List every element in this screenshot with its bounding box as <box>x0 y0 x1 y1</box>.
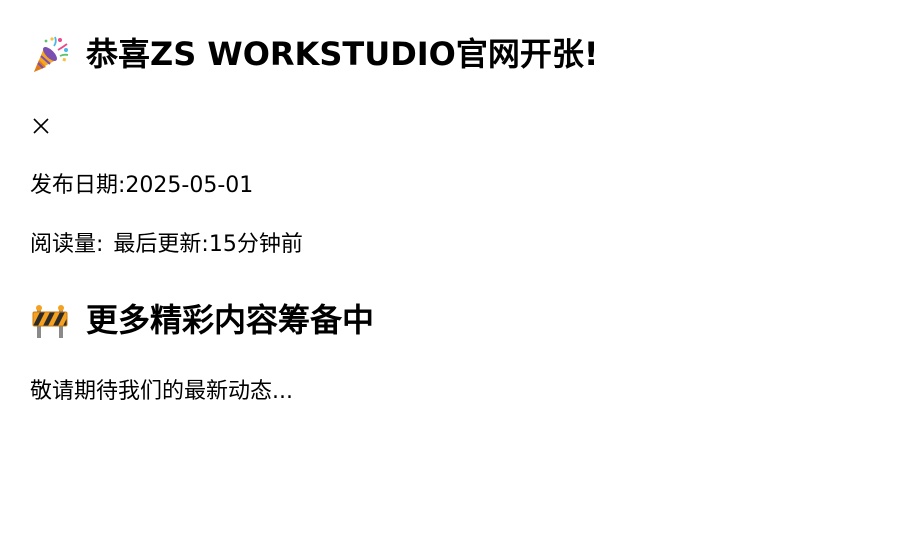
construction-barrier-icon <box>30 300 70 340</box>
close-button[interactable] <box>30 113 52 139</box>
coming-soon-message: 敬请期待我们的最新动态... <box>30 379 293 404</box>
announcement-title-text: 恭喜ZS WORKSTUDIO官网开张! <box>86 35 599 73</box>
last-updated-label: 最后更新: <box>113 232 209 257</box>
party-popper-icon <box>30 34 70 74</box>
read-count-label: 阅读量: <box>30 232 104 257</box>
coming-soon-title-text: 更多精彩内容筹备中 <box>86 301 375 339</box>
close-icon <box>33 118 49 134</box>
publish-date-value: 2025-05-01 <box>125 173 254 198</box>
announcement-title: 恭喜ZS WORKSTUDIO官网开张! <box>30 34 598 74</box>
publish-date-label: 发布日期: <box>30 173 126 198</box>
article-stats: 阅读量: 最后更新:15分钟前 <box>30 230 303 260</box>
last-updated-value: 15分钟前 <box>208 232 303 257</box>
publish-date: 发布日期:2025-05-01 <box>30 171 253 201</box>
coming-soon-title: 更多精彩内容筹备中 <box>30 300 374 340</box>
